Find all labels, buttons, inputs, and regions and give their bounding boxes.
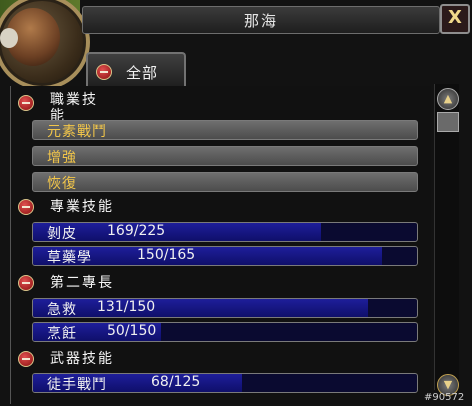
skill-rank: 68/125 xyxy=(151,374,201,390)
portrait-horn xyxy=(0,28,18,48)
skill-row[interactable]: 草藥學 150/165 xyxy=(32,246,418,266)
skills-window: 那海 X 全部 職業技能 元素戰鬥 增強 恢復 專業技能 剝皮 169/225 … xyxy=(0,0,472,406)
skill-name: 恢復 xyxy=(47,176,77,192)
title-bar: 那海 xyxy=(82,6,440,34)
skill-row[interactable]: 急救 131/150 xyxy=(32,298,418,318)
watermark: #90572 xyxy=(424,392,465,403)
collapse-icon[interactable] xyxy=(18,199,34,215)
category-label: 武器技能 xyxy=(50,351,114,367)
skill-rank: 131/150 xyxy=(97,299,156,315)
skill-row[interactable]: 增強 xyxy=(32,146,418,166)
skill-row[interactable]: 元素戰鬥 xyxy=(32,120,418,140)
skill-name: 草藥學 xyxy=(47,250,92,266)
window-title: 那海 xyxy=(243,12,278,30)
skill-name: 急救 xyxy=(47,302,77,318)
skill-row[interactable]: 恢復 xyxy=(32,172,418,192)
category-label: 專業技能 xyxy=(50,199,114,215)
skill-rank: 169/225 xyxy=(107,223,166,239)
close-button[interactable]: X xyxy=(440,4,470,34)
skill-row[interactable]: 徒手戰鬥 68/125 xyxy=(32,373,418,393)
tab-label: 全部 xyxy=(126,64,159,82)
skill-name: 烹飪 xyxy=(47,326,77,342)
skill-rank: 150/165 xyxy=(137,247,196,263)
collapse-all-icon[interactable] xyxy=(96,64,112,80)
tab-all[interactable]: 全部 xyxy=(86,52,186,90)
skill-progress-fill xyxy=(33,299,369,317)
collapse-icon[interactable] xyxy=(18,275,34,291)
character-portrait xyxy=(0,0,90,90)
skill-row[interactable]: 烹飪 50/150 xyxy=(32,322,418,342)
skill-name: 元素戰鬥 xyxy=(47,124,107,140)
skill-row[interactable]: 剝皮 169/225 xyxy=(32,222,418,242)
category-label: 第二專長 xyxy=(50,275,114,291)
collapse-icon[interactable] xyxy=(18,351,34,367)
skill-rank: 50/150 xyxy=(107,323,157,339)
skill-name: 徒手戰鬥 xyxy=(47,377,107,393)
scrollbar-thumb[interactable] xyxy=(437,112,459,132)
collapse-icon[interactable] xyxy=(18,95,34,111)
scroll-up-icon[interactable]: ▲ xyxy=(437,88,459,110)
skill-name: 增強 xyxy=(47,150,77,166)
skill-name: 剝皮 xyxy=(47,226,77,242)
